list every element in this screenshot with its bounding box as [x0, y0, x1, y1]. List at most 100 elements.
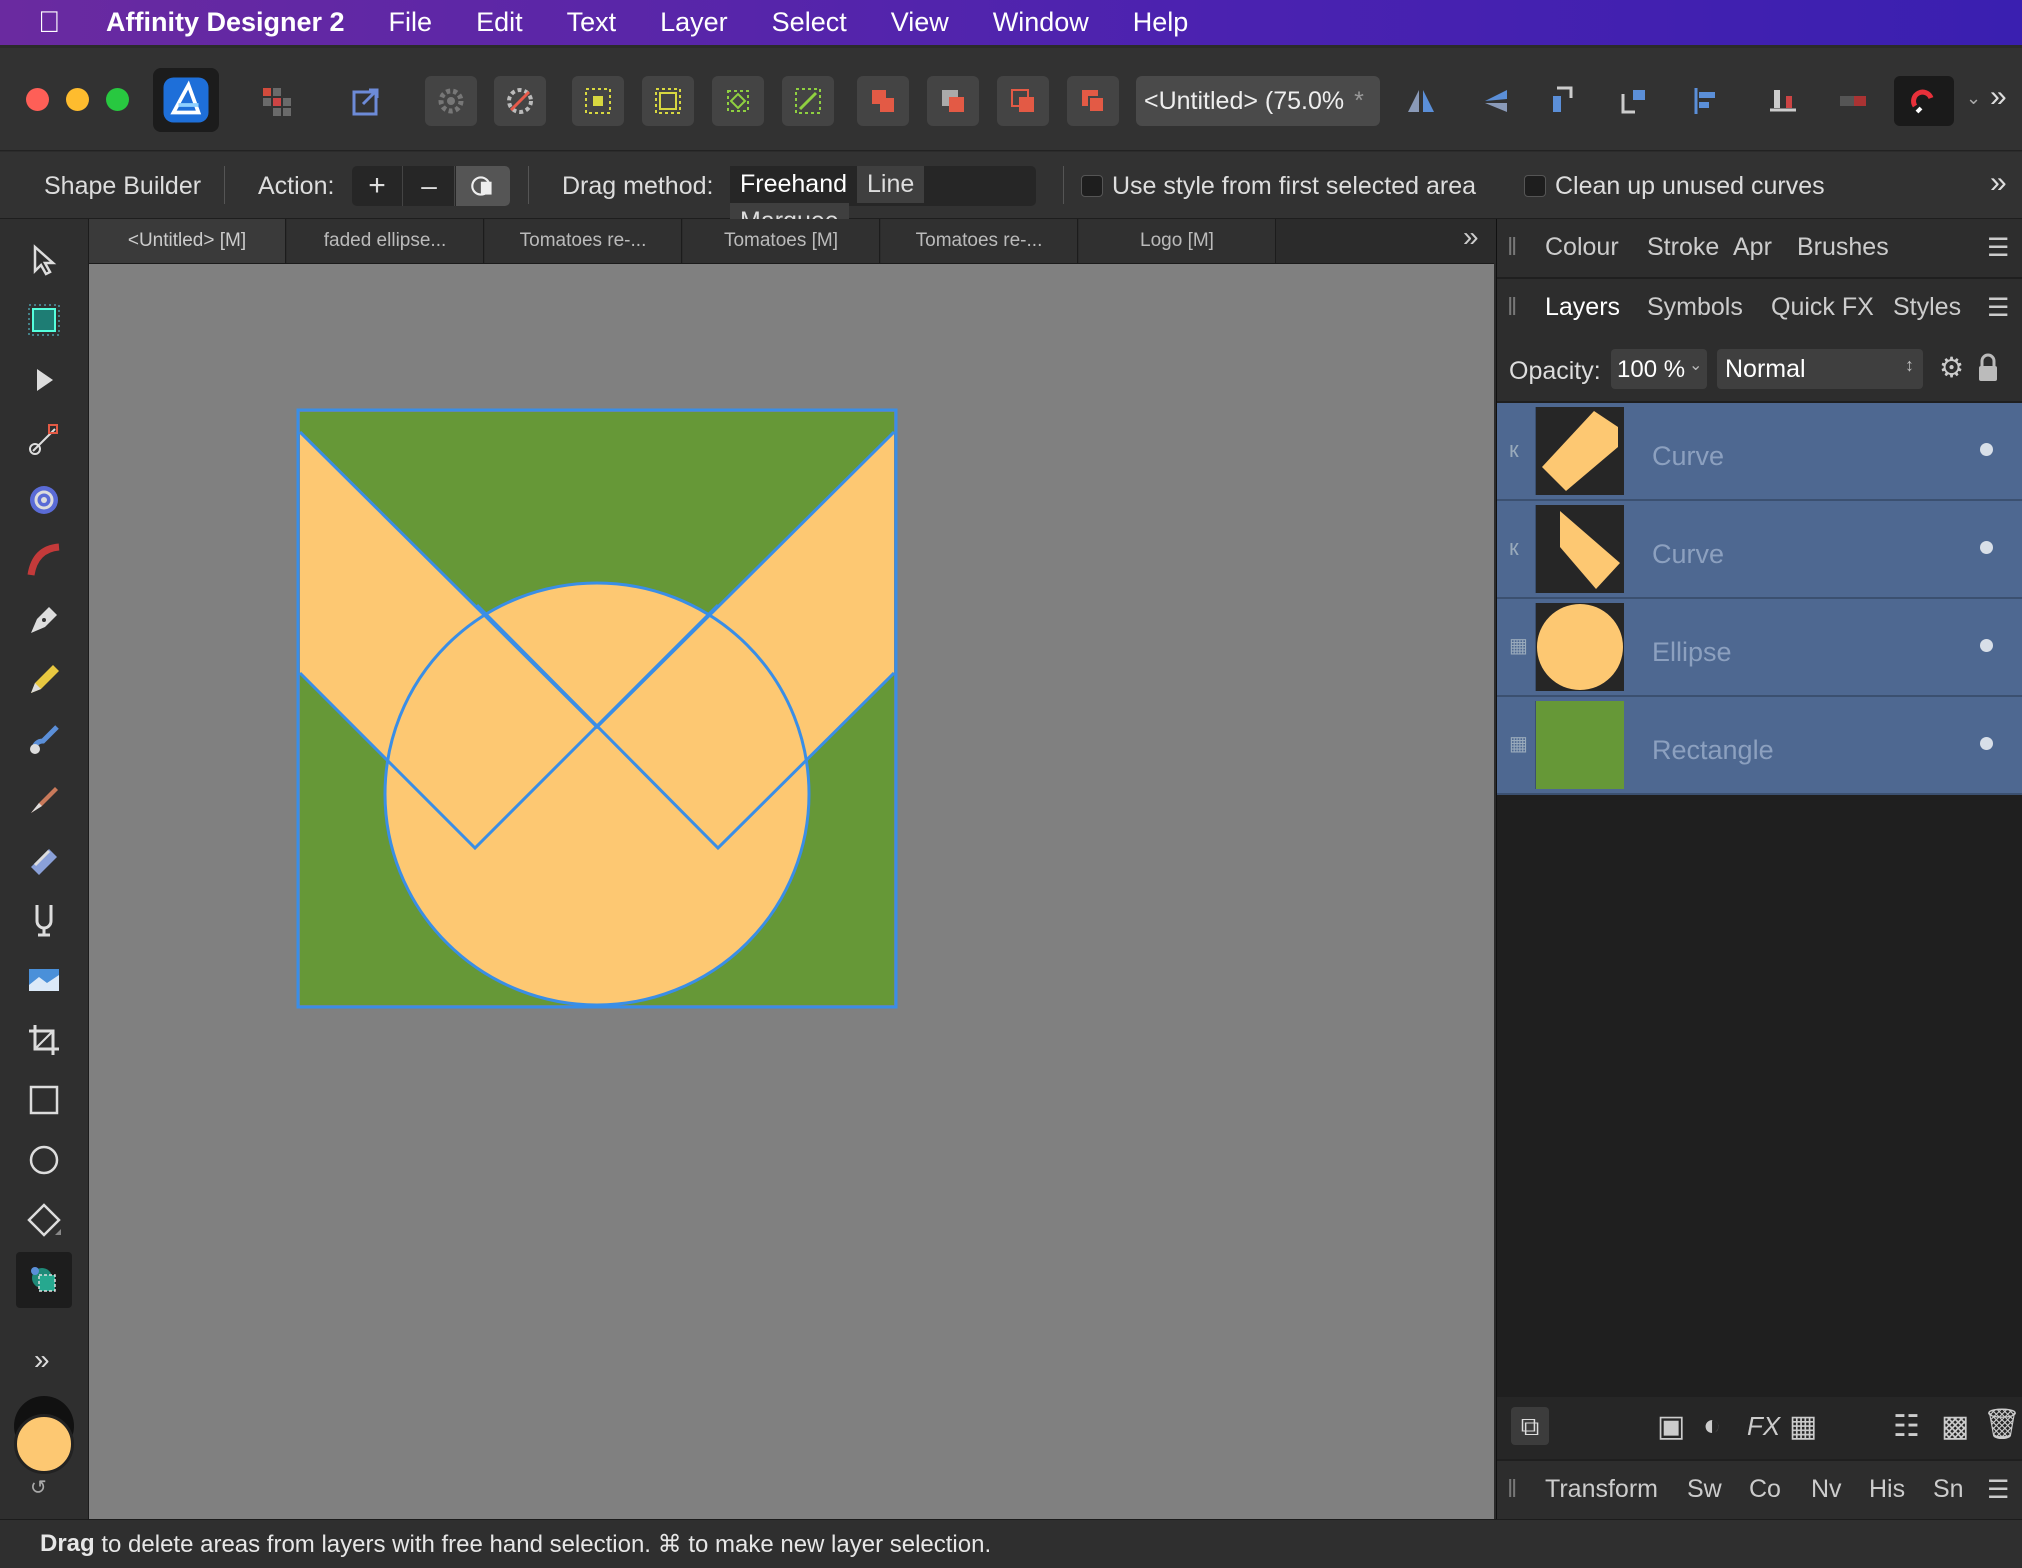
visibility-dot[interactable] [1980, 737, 1993, 750]
apple-icon[interactable]:  [38, 6, 78, 40]
panel-menu-icon[interactable]: ☰ [1987, 1475, 2009, 1505]
move-tool[interactable] [18, 234, 70, 286]
tab-brushes[interactable]: Brushes [1797, 233, 1889, 262]
document-title-field[interactable]: <Untitled> (75.0% * [1136, 76, 1380, 126]
tab-transform[interactable]: Transform [1545, 1475, 1658, 1504]
corner-tool[interactable] [18, 474, 70, 526]
panel-menu-icon[interactable]: ☰ [1987, 233, 2009, 263]
pixel-persona-button[interactable] [250, 76, 302, 126]
rotate-right-button[interactable] [1606, 76, 1658, 126]
vector-brush-tool[interactable] [18, 714, 70, 766]
node-tool[interactable] [18, 354, 70, 406]
shape-tool[interactable] [18, 1194, 70, 1246]
delete-layer-icon[interactable]: 🗑 [1983, 1407, 2021, 1442]
tab-colour[interactable]: Colour [1545, 233, 1619, 262]
paint-brush-tool[interactable] [18, 774, 70, 826]
doc-tab[interactable]: Logo [M] [1079, 219, 1276, 263]
context-overflow-icon[interactable]: » [1990, 166, 2007, 200]
pen-tool[interactable] [18, 594, 70, 646]
pixel-eraser-tool[interactable] [18, 834, 70, 886]
layer-settings-icon[interactable]: ⚙ [1939, 351, 1964, 384]
blend-mode-select[interactable]: Normal ↕ [1717, 349, 1923, 389]
tab-snapshots[interactable]: Sn [1933, 1475, 1964, 1504]
menu-file[interactable]: File [389, 7, 433, 38]
close-window-button[interactable] [26, 88, 49, 111]
flip-vertical-button[interactable] [1470, 76, 1522, 126]
menu-text[interactable]: Text [567, 7, 617, 38]
arrange-layers-icon[interactable]: ⧉ [1511, 1407, 1549, 1445]
fill-colour-well[interactable] [14, 1414, 74, 1474]
select-grid-button[interactable] [572, 76, 624, 126]
boolean-xor-button[interactable] [1067, 76, 1119, 126]
tab-stroke[interactable]: Stroke [1647, 233, 1719, 262]
fill-tool[interactable] [18, 894, 70, 946]
add-layer-icon[interactable]: ☷ [1893, 1409, 1920, 1444]
swap-colours-icon[interactable]: ↺ [30, 1475, 47, 1500]
boolean-add-button[interactable] [857, 76, 909, 126]
pencil-tool[interactable] [18, 654, 70, 706]
tab-styles[interactable]: Styles [1893, 293, 1961, 322]
export-persona-button[interactable] [340, 76, 392, 126]
layer-row-curve-2[interactable]: к Curve [1497, 501, 2022, 599]
visibility-dot[interactable] [1980, 443, 1993, 456]
distribute-button[interactable] [1757, 76, 1809, 126]
use-style-checkbox[interactable] [1081, 175, 1103, 197]
doc-tab[interactable]: Tomatoes [M] [683, 219, 880, 263]
snapping-dropdown-icon[interactable]: ⌄ [1966, 88, 1981, 109]
doc-tab[interactable]: Tomatoes re-... [881, 219, 1078, 263]
tab-layers[interactable]: Layers [1545, 293, 1620, 322]
artwork-ellipse[interactable] [385, 583, 809, 1005]
boolean-subtract-button[interactable] [927, 76, 979, 126]
doc-tab[interactable]: <Untitled> [M] [89, 219, 286, 263]
zoom-window-button[interactable] [106, 88, 129, 111]
select-all-grid-button[interactable] [642, 76, 694, 126]
visibility-dot[interactable] [1980, 639, 1993, 652]
menu-app-name[interactable]: Affinity Designer 2 [106, 7, 345, 38]
snapping-button[interactable] [1894, 76, 1954, 126]
shape-builder-tool[interactable] [16, 1252, 72, 1308]
add-pixel-layer-icon[interactable]: ▩ [1941, 1409, 1969, 1444]
minimize-window-button[interactable] [66, 88, 89, 111]
panel-grip-icon[interactable]: ‖ [1507, 233, 1517, 262]
designer-persona-button[interactable] [153, 68, 219, 132]
rectangle-tool[interactable] [18, 1074, 70, 1126]
ellipse-tool[interactable] [18, 1134, 70, 1186]
panel-menu-icon[interactable]: ☰ [1987, 293, 2009, 323]
point-transform-tool[interactable] [18, 414, 70, 466]
align-button[interactable] [1681, 76, 1733, 126]
lock-icon[interactable] [1977, 353, 1999, 383]
contour-tool[interactable] [18, 534, 70, 586]
mask-icon[interactable]: ▣ [1657, 1409, 1685, 1444]
menu-layer[interactable]: Layer [660, 7, 728, 38]
toolbar-overflow-icon[interactable]: » [1990, 80, 2007, 114]
artboard-tool[interactable] [18, 294, 70, 346]
tab-symbols[interactable]: Symbols [1647, 293, 1743, 322]
panel-grip-icon[interactable]: ‖ [1507, 293, 1517, 322]
fx-icon[interactable]: FX [1747, 1411, 1780, 1442]
crop-tool[interactable] [18, 1014, 70, 1066]
rotate-left-button[interactable] [1536, 76, 1588, 126]
action-new-button[interactable] [456, 166, 510, 206]
tools-more-icon[interactable]: » [34, 1344, 50, 1376]
tab-history[interactable]: His [1869, 1475, 1905, 1504]
layer-row-curve-1[interactable]: к Curve [1497, 403, 2022, 501]
settings-toggle-button[interactable] [425, 76, 477, 126]
doc-tab[interactable]: faded ellipse... [287, 219, 484, 263]
tab-quick-fx[interactable]: Quick FX [1771, 293, 1874, 322]
layer-row-rectangle[interactable]: ▦ Rectangle [1497, 697, 2022, 795]
boolean-intersect-button[interactable] [997, 76, 1049, 126]
tabs-overflow-icon[interactable]: » [1463, 221, 1479, 253]
visibility-dot[interactable] [1980, 541, 1993, 554]
arrange-button[interactable] [1827, 76, 1879, 126]
live-filter-icon[interactable]: ▦ [1789, 1409, 1817, 1444]
layer-row-ellipse[interactable]: ▦ Ellipse [1497, 599, 2022, 697]
tab-swatches[interactable]: Sw [1687, 1475, 1722, 1504]
action-subtract-button[interactable]: – [404, 166, 455, 206]
snapping-off-button[interactable] [494, 76, 546, 126]
doc-tab[interactable]: Tomatoes re-... [485, 219, 682, 263]
drag-method-line[interactable]: Line [857, 166, 925, 203]
tab-navigator[interactable]: Nv [1811, 1475, 1842, 1504]
menu-edit[interactable]: Edit [476, 7, 523, 38]
menu-window[interactable]: Window [993, 7, 1089, 38]
menu-view[interactable]: View [891, 7, 949, 38]
